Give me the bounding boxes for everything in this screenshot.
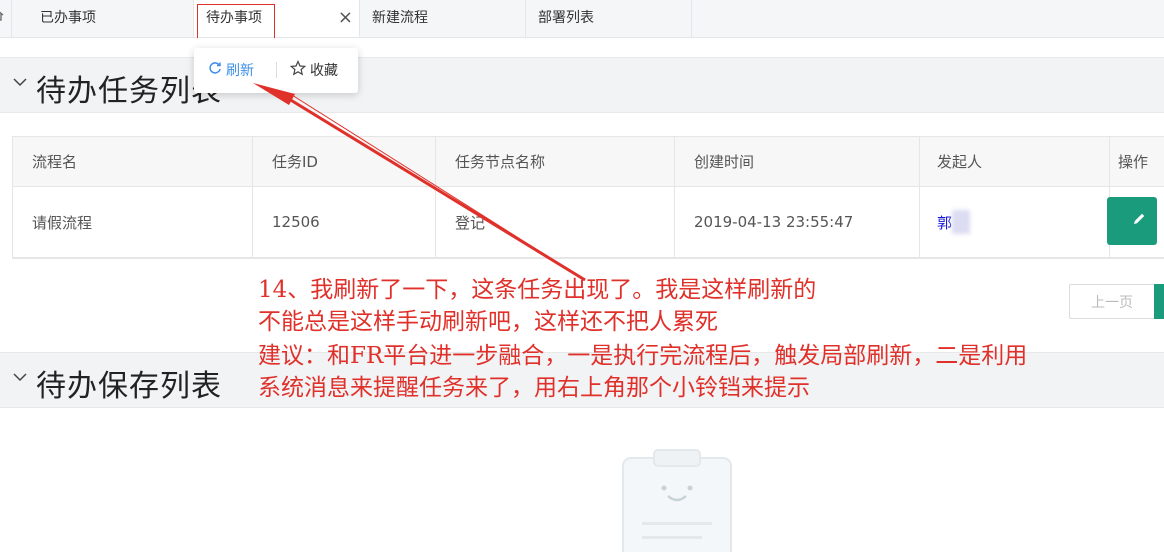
cell-created-at: 2019-04-13 23:55:47 — [675, 187, 920, 257]
tab-label: 新建流程 — [372, 10, 428, 26]
column-header[interactable]: 任务节点名称 — [436, 137, 675, 186]
cell-task-id: 12506 — [253, 187, 436, 257]
refresh-icon — [208, 61, 222, 79]
todo-tasks-table: 流程名 任务ID 任务节点名称 创建时间 发起人 操作 请假流程 12506 登… — [12, 136, 1164, 259]
chevron-down-icon[interactable] — [12, 367, 28, 388]
section-title: 待办保存列表 — [36, 369, 222, 404]
tab-done-items[interactable]: 已办事项 — [28, 0, 194, 37]
tab-context-popover: 刷新 收藏 — [194, 48, 358, 93]
tab-home[interactable] — [0, 0, 12, 37]
redacted-blur — [952, 210, 971, 234]
tab-new-process[interactable]: 新建流程 — [360, 0, 526, 37]
annotation-text-line: 14、我刷新了一下，这条任务出现了。我是这样刷新的 — [258, 277, 817, 303]
edit-button[interactable] — [1107, 197, 1157, 245]
annotation-text-line: 建议：和FR平台进一步融合，一是执行完流程后，触发局部刷新，二是利用 — [258, 343, 1028, 369]
column-header[interactable]: 发起人 — [920, 137, 1110, 186]
tab-label: 已办事项 — [40, 10, 96, 26]
divider — [276, 62, 277, 78]
close-icon[interactable]: × — [338, 0, 353, 36]
refresh-button[interactable]: 刷新 — [208, 60, 254, 80]
table-row[interactable]: 请假流程 12506 登记 2019-04-13 23:55:47 郭 — [13, 187, 1164, 258]
annotation-text-line: 系统消息来提醒任务来了，用右上角那个小铃铛来提示 — [258, 375, 810, 401]
tab-bar: 已办事项 待办事项 × 新建流程 部署列表 — [0, 0, 1164, 38]
spacer — [0, 38, 1164, 56]
cell-process-name: 请假流程 — [13, 187, 253, 257]
home-icon — [0, 10, 4, 26]
next-page-button[interactable] — [1154, 284, 1164, 319]
cell-initiator: 郭 — [920, 187, 1110, 257]
favorite-button[interactable]: 收藏 — [289, 60, 338, 80]
table-header-row: 流程名 任务ID 任务节点名称 创建时间 发起人 操作 — [13, 137, 1164, 187]
tab-deploy-list[interactable]: 部署列表 — [526, 0, 692, 37]
prev-page-button[interactable]: 上一页 — [1069, 284, 1155, 319]
column-header[interactable]: 任务ID — [253, 137, 436, 186]
tab-label: 部署列表 — [538, 10, 594, 26]
annotation-highlight-box — [197, 4, 275, 41]
column-header: 操作 — [1118, 153, 1149, 171]
refresh-label: 刷新 — [226, 63, 254, 79]
todo-tasks-section-header[interactable]: 待办任务列表 — [0, 57, 1164, 113]
empty-clipboard-icon — [622, 448, 732, 556]
column-header[interactable]: 流程名 — [13, 137, 253, 186]
pencil-icon — [1131, 211, 1147, 231]
star-icon — [289, 60, 307, 80]
chevron-down-icon[interactable] — [12, 72, 28, 93]
initiator-name: 郭 — [937, 213, 953, 232]
annotation-text-line: 不能总是这样手动刷新吧，这样还不把人累死 — [258, 309, 718, 335]
cell-node-name: 登记 — [436, 187, 675, 257]
column-header[interactable]: 创建时间 — [675, 137, 920, 186]
favorite-label: 收藏 — [310, 63, 338, 79]
